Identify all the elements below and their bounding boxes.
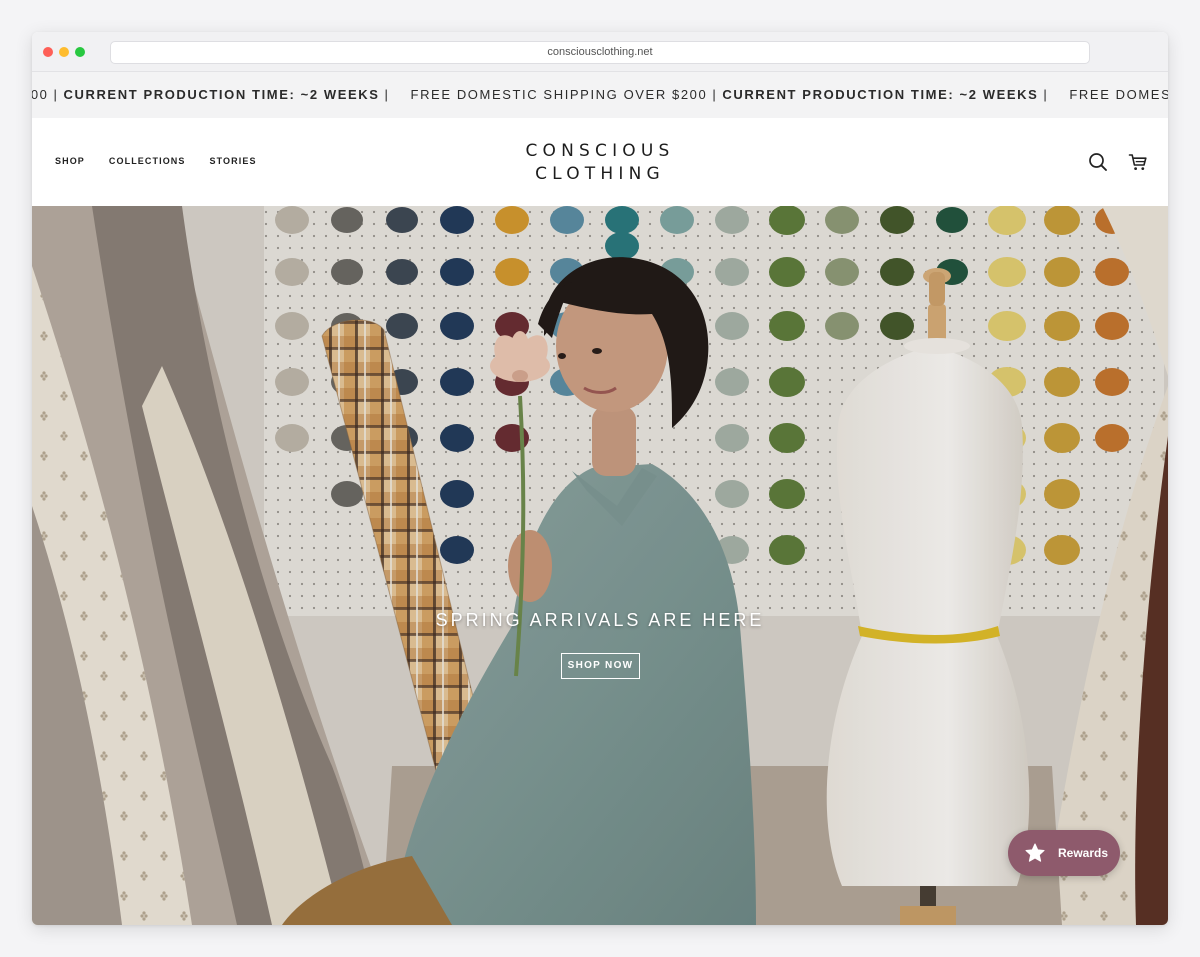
announcement-bar: 200 | CURRENT PRODUCTION TIME: ~2 WEEKS | FR… bbox=[32, 72, 1168, 118]
announcement-marquee: 200 | CURRENT PRODUCTION TIME: ~2 WEEKS | FR… bbox=[32, 72, 1168, 118]
site-header: SHOP COLLECTIONS STORIES CONSCIOUS CLOTH… bbox=[32, 118, 1168, 206]
browser-window: consciousclothing.net 200 | CURRENT PRODUC… bbox=[32, 32, 1168, 925]
main-nav: SHOP COLLECTIONS STORIES bbox=[55, 156, 257, 166]
nav-collections[interactable]: COLLECTIONS bbox=[109, 156, 186, 166]
logo-line-1: CONSCIOUS bbox=[525, 141, 675, 161]
announcement-separator: | bbox=[53, 87, 59, 102]
announcement-shipping-fragment: FREE DOMESTIC SHIPPING bbox=[1069, 87, 1168, 102]
announcement-shipping-fragment: 200 bbox=[32, 87, 49, 102]
nav-shop[interactable]: SHOP bbox=[55, 156, 85, 166]
hero-title: SPRING ARRIVALS ARE HERE bbox=[435, 610, 765, 630]
star-icon bbox=[1025, 843, 1045, 862]
cart-button[interactable] bbox=[1127, 151, 1149, 173]
browser-chrome: consciousclothing.net bbox=[32, 32, 1168, 72]
search-button[interactable] bbox=[1087, 151, 1109, 173]
minimize-window-button[interactable] bbox=[59, 47, 69, 57]
shop-now-button[interactable]: SHOP NOW bbox=[561, 653, 640, 679]
announcement-production: CURRENT PRODUCTION TIME: ~2 WEEKS bbox=[63, 87, 380, 102]
close-window-button[interactable] bbox=[43, 47, 53, 57]
announcement-separator: | bbox=[712, 87, 718, 102]
rewards-label: Rewards bbox=[1058, 846, 1109, 860]
rewards-button[interactable]: Rewards bbox=[1008, 830, 1120, 876]
hero-image bbox=[32, 206, 1168, 925]
cart-icon bbox=[1128, 154, 1147, 170]
announcement-separator: | bbox=[1043, 87, 1049, 102]
announcement-production: CURRENT PRODUCTION TIME: ~2 WEEKS bbox=[722, 87, 1039, 102]
maximize-window-button[interactable] bbox=[75, 47, 85, 57]
site-logo[interactable]: CONSCIOUS CLOTHING bbox=[500, 140, 700, 186]
logo-line-2: CLOTHING bbox=[535, 164, 665, 184]
search-icon bbox=[1089, 153, 1107, 171]
address-bar[interactable]: consciousclothing.net bbox=[110, 41, 1090, 64]
announcement-separator: | bbox=[384, 87, 390, 102]
hero-banner[interactable]: SPRING ARRIVALS ARE HERE SHOP NOW bbox=[32, 206, 1168, 925]
nav-stories[interactable]: STORIES bbox=[210, 156, 257, 166]
announcement-shipping: FREE DOMESTIC SHIPPING OVER $200 bbox=[410, 87, 708, 102]
